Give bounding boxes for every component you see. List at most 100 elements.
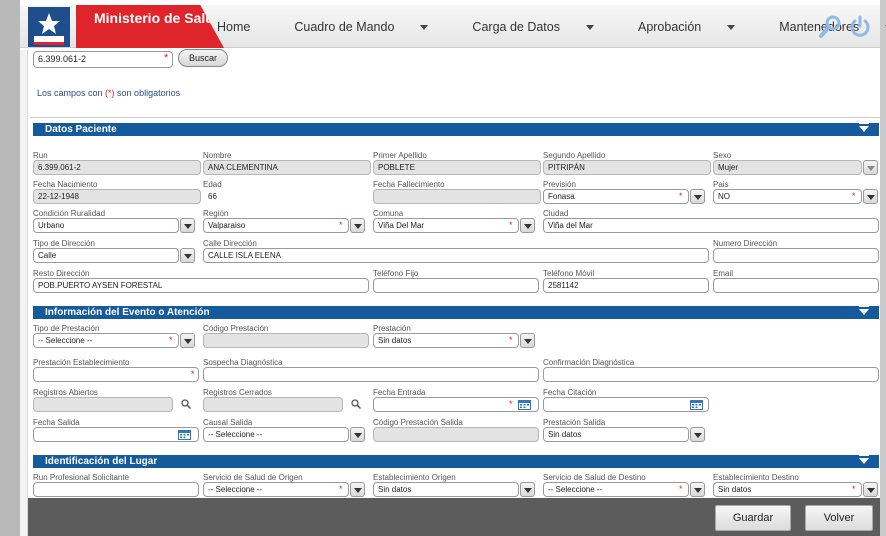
ciudad-field[interactable]: Viña del Mar bbox=[543, 218, 879, 233]
label-segundo-apellido: Segundo Apellido bbox=[543, 151, 606, 160]
right-border bbox=[880, 0, 886, 536]
nav-home-label: Home bbox=[217, 20, 251, 34]
run-field: 6.399.061-2 bbox=[33, 160, 201, 175]
tipo-prestacion-dropdown-icon[interactable] bbox=[180, 333, 195, 348]
required-note: Los campos con (*) son obligatorios bbox=[37, 88, 180, 98]
label-numero-direccion: Numero Dirección bbox=[713, 239, 778, 248]
label-region: Región bbox=[203, 209, 229, 218]
primer-apellido-field: POBLETE bbox=[373, 160, 541, 175]
guardar-button[interactable]: Guardar bbox=[715, 505, 791, 531]
tipo-direccion-select[interactable]: Calle bbox=[33, 248, 179, 263]
run-profesional-field[interactable] bbox=[33, 482, 199, 497]
telefono-movil-field[interactable]: 2581142 bbox=[543, 278, 709, 293]
required-marker: * bbox=[339, 220, 343, 230]
section-informacion-evento[interactable]: Información del Evento o Atención bbox=[33, 306, 879, 319]
establecimiento-destino-dropdown-icon[interactable] bbox=[863, 482, 878, 497]
comuna-select[interactable]: Viña Del Mar bbox=[373, 218, 519, 233]
label-fecha-entrada: Fecha Entrada bbox=[373, 388, 426, 397]
causal-salida-dropdown-icon[interactable] bbox=[350, 427, 365, 442]
chevron-down-icon bbox=[420, 25, 429, 31]
condicion-dropdown-icon[interactable] bbox=[180, 218, 195, 233]
calendar-icon[interactable] bbox=[178, 429, 191, 440]
prestacion-select[interactable]: Sin datos bbox=[373, 333, 519, 348]
collapse-icon[interactable] bbox=[859, 306, 869, 315]
section-datos-paciente[interactable]: Datos Paciente bbox=[33, 123, 879, 136]
nav-aprobacion[interactable]: Aprobación bbox=[638, 20, 757, 34]
label-codigo-prestacion: Código Prestación bbox=[203, 324, 269, 333]
codigo-prestacion-field bbox=[203, 333, 369, 348]
label-registros-cerrados: Registros Cerrados bbox=[203, 388, 272, 397]
label-confirmacion-diagnostica: Confirmación Diagnóstica bbox=[543, 358, 635, 367]
nav-carga-de-datos[interactable]: Carga de Datos bbox=[472, 20, 616, 34]
nav-cuadro-de-mando[interactable]: Cuadro de Mando bbox=[294, 20, 450, 34]
calle-direccion-field[interactable]: CALLE ISLA ELENA bbox=[203, 248, 709, 263]
label-fecha-nacimiento: Fecha Nacimiento bbox=[33, 180, 98, 189]
nav-home[interactable]: Home bbox=[217, 20, 272, 34]
email-field[interactable] bbox=[713, 278, 879, 293]
label-prevision: Previsión bbox=[543, 180, 576, 189]
fecha-salida-field[interactable] bbox=[33, 427, 199, 442]
left-gutter bbox=[20, 50, 28, 536]
run-search-input[interactable]: 6.399.061-2 bbox=[33, 51, 173, 68]
servicio-destino-dropdown-icon[interactable] bbox=[690, 482, 705, 497]
establecimiento-origen-select[interactable]: Sin datos bbox=[373, 482, 519, 497]
prestacion-dropdown-icon[interactable] bbox=[520, 333, 535, 348]
collapse-icon[interactable] bbox=[859, 123, 869, 132]
nav-aprobacion-label: Aprobación bbox=[637, 20, 702, 34]
fecha-entrada-field[interactable] bbox=[373, 397, 539, 412]
tipo-prestacion-select[interactable]: -- Seleccione -- bbox=[33, 333, 179, 348]
brand-name[interactable]: Ministerio de Salud bbox=[76, 5, 224, 48]
tipo-direccion-dropdown-icon[interactable] bbox=[180, 248, 195, 263]
prevision-dropdown-icon[interactable] bbox=[690, 189, 705, 204]
note-marker: (*) bbox=[105, 88, 115, 98]
fecha-citacion-field[interactable] bbox=[543, 397, 709, 412]
government-logo bbox=[28, 7, 70, 47]
search-icon[interactable] bbox=[181, 399, 191, 409]
prevision-select[interactable]: Fonasa bbox=[543, 189, 689, 204]
prestacion-salida-select[interactable]: Sin datos bbox=[543, 427, 689, 442]
region-select[interactable]: Valparaiso bbox=[203, 218, 349, 233]
telefono-fijo-field[interactable] bbox=[373, 278, 539, 293]
sexo-dropdown-icon bbox=[863, 160, 878, 175]
label-ciudad: Ciudad bbox=[543, 209, 569, 218]
prestacion-establecimiento-field[interactable] bbox=[33, 367, 199, 382]
search-icon[interactable] bbox=[351, 399, 361, 409]
required-marker: * bbox=[679, 484, 683, 494]
pais-select[interactable]: NO bbox=[713, 189, 862, 204]
registros-cerrados-field bbox=[203, 397, 343, 412]
section-identificacion-lugar[interactable]: Identificación del Lugar bbox=[33, 455, 879, 468]
divider bbox=[30, 117, 880, 118]
collapse-icon[interactable] bbox=[859, 455, 869, 464]
condicion-ruralidad-select[interactable]: Urbano bbox=[33, 218, 179, 233]
volver-button[interactable]: Volver bbox=[805, 505, 873, 531]
section-title: Información del Evento o Atención bbox=[45, 307, 210, 318]
power-icon[interactable] bbox=[848, 15, 872, 39]
calendar-icon[interactable] bbox=[518, 399, 531, 410]
label-prestacion-salida: Prestación Salida bbox=[543, 418, 606, 427]
fecha-fallecimiento-field bbox=[373, 189, 541, 204]
servicio-destino-select[interactable]: -- Seleccione -- bbox=[543, 482, 689, 497]
label-primer-apellido: Primer Apellido bbox=[373, 151, 427, 160]
servicio-origen-select[interactable]: -- Seleccione -- bbox=[203, 482, 349, 497]
confirmacion-diagnostica-field[interactable] bbox=[543, 367, 879, 382]
comuna-dropdown-icon[interactable] bbox=[520, 218, 535, 233]
causal-salida-select[interactable]: -- Seleccione -- bbox=[203, 427, 349, 442]
label-tipo-prestacion: Tipo de Prestación bbox=[33, 324, 100, 333]
buscar-button[interactable]: Buscar bbox=[178, 49, 228, 67]
pais-dropdown-icon[interactable] bbox=[863, 189, 878, 204]
prestacion-salida-dropdown-icon[interactable] bbox=[690, 427, 705, 442]
top-navbar: Ministerio de Salud Home Cuadro de Mando… bbox=[20, 5, 886, 48]
label-nombre: Nombre bbox=[203, 151, 232, 160]
label-condicion-ruralidad: Condición Ruralidad bbox=[33, 209, 106, 218]
resto-direccion-field[interactable]: POB.PUERTO AYSEN FORESTAL bbox=[33, 278, 369, 293]
sospecha-diagnostica-field[interactable] bbox=[203, 367, 539, 382]
establecimiento-destino-select[interactable]: Sin datos bbox=[713, 482, 862, 497]
establecimiento-origen-dropdown-icon[interactable] bbox=[520, 482, 535, 497]
calendar-icon[interactable] bbox=[690, 399, 703, 410]
region-dropdown-icon[interactable] bbox=[350, 218, 365, 233]
left-border bbox=[0, 0, 20, 536]
servicio-origen-dropdown-icon[interactable] bbox=[350, 482, 365, 497]
nav-carga-label: Carga de Datos bbox=[472, 20, 560, 34]
numero-direccion-field[interactable] bbox=[713, 248, 879, 263]
search-icon[interactable] bbox=[818, 15, 842, 39]
